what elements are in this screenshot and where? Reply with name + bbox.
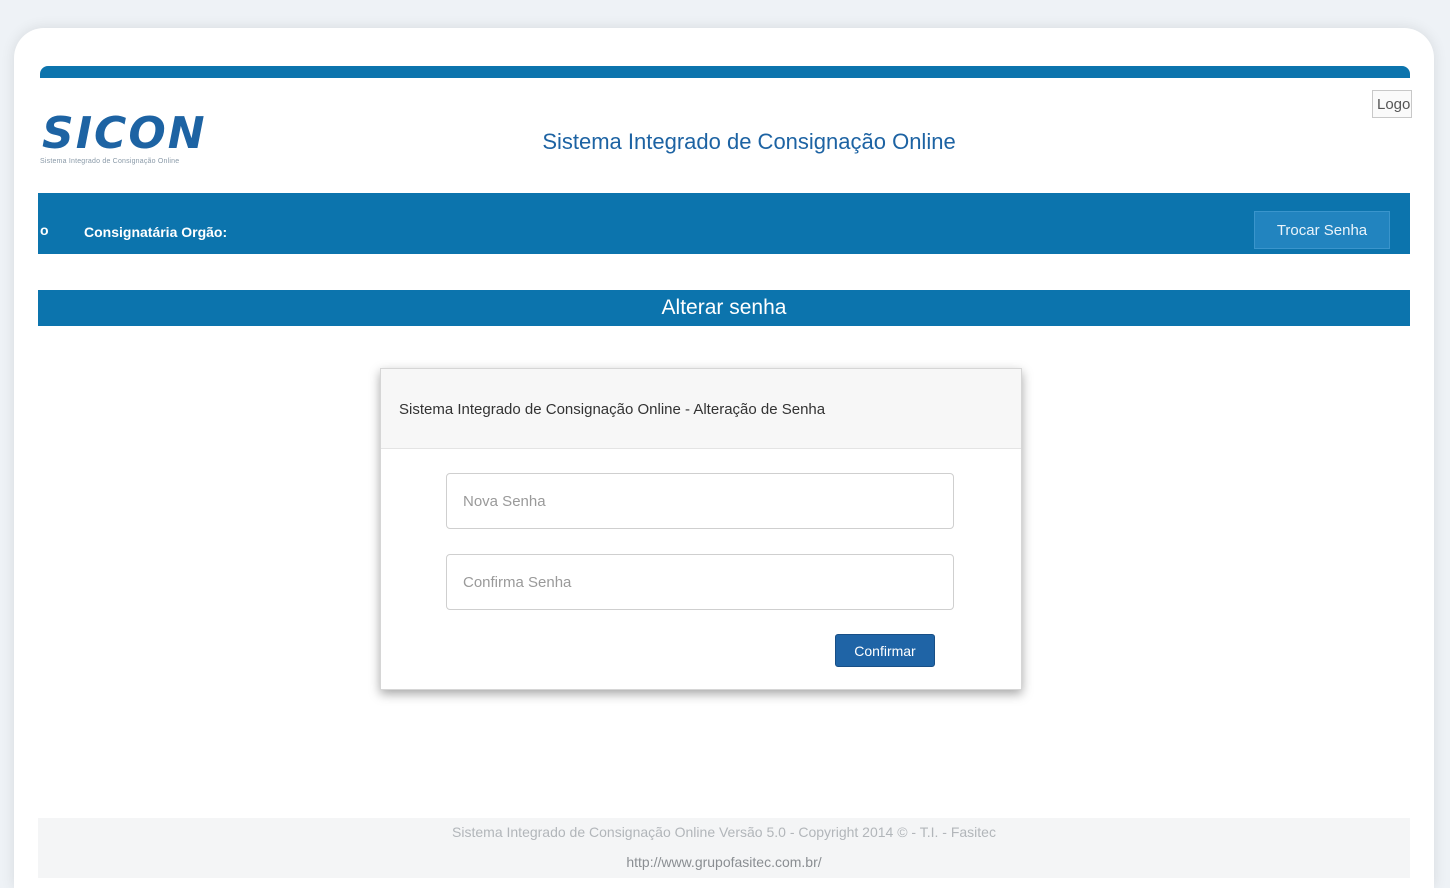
logo-subtitle: Sistema Integrado de Consignação Online: [40, 158, 180, 165]
change-password-button[interactable]: Trocar Senha: [1254, 211, 1390, 249]
change-password-card: Sistema Integrado de Consignação Online …: [380, 368, 1022, 690]
logo-text: SICON: [42, 108, 207, 159]
main-navbar: o Consignatária Orgão: Trocar Senha: [38, 193, 1410, 254]
logout-button[interactable]: Logout: [1372, 90, 1412, 118]
footer-link[interactable]: http://www.grupofasitec.com.br/: [38, 854, 1410, 870]
confirm-password-input[interactable]: [446, 554, 954, 610]
footer: Sistema Integrado de Consignação Online …: [38, 818, 1410, 878]
card-header: Sistema Integrado de Consignação Online …: [381, 369, 1021, 449]
new-password-input[interactable]: [446, 473, 954, 529]
page-title: Alterar senha: [38, 290, 1410, 326]
browser-page: Logout SICON Sistema Integrado de Consig…: [14, 28, 1434, 888]
confirm-button[interactable]: Confirmar: [835, 634, 935, 667]
footer-copyright: Sistema Integrado de Consignação Online …: [452, 824, 996, 840]
consignataria-label: Consignatária Orgão:: [84, 224, 228, 240]
top-accent-bar: [40, 66, 1410, 78]
sicon-logo: SICON Sistema Integrado de Consignação O…: [40, 108, 252, 166]
site-title: Sistema Integrado de Consignação Online: [542, 129, 956, 154]
nav-item-truncated[interactable]: o: [40, 222, 49, 238]
